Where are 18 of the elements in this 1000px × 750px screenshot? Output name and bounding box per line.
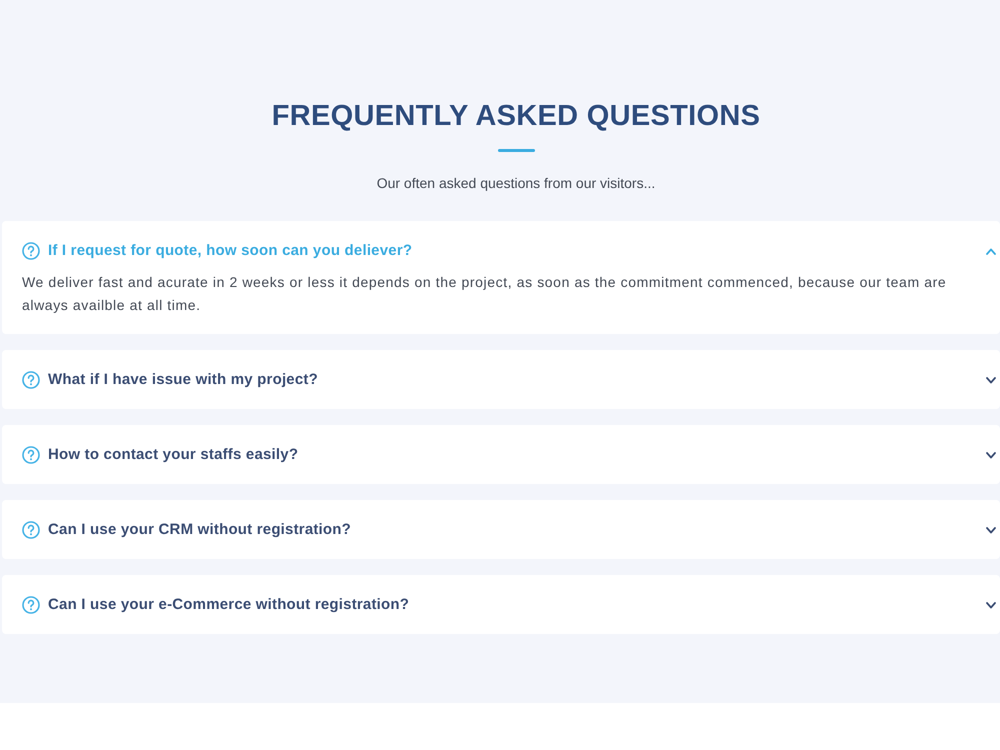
section-title: FREQUENTLY ASKED QUESTIONS	[272, 99, 760, 134]
section-subtitle: Our often asked questions from our visitors...	[376, 174, 656, 193]
help-circle-icon	[22, 521, 40, 539]
chevron-down-icon[interactable]	[986, 526, 996, 534]
help-circle-icon	[22, 242, 40, 260]
chevron-down-icon[interactable]	[986, 452, 996, 458]
help-circle-icon	[22, 371, 40, 389]
title-underline	[498, 149, 534, 152]
faq-question[interactable]: How to contact your staffs easily?	[48, 445, 298, 465]
faq-answer: We deliver fast and acurate in 2 weeks or less it depends on the project, as soon as the commitment commenced, because our team are always availble at all time.	[22, 273, 948, 315]
chevron-down-icon[interactable]	[986, 602, 996, 608]
faq-question[interactable]: What if I have issue with my project?	[48, 370, 318, 390]
help-circle-icon	[22, 596, 40, 614]
help-circle-icon	[22, 446, 40, 464]
chevron-down-icon[interactable]	[986, 376, 996, 384]
chevron-up-icon[interactable]	[986, 248, 996, 254]
faq-question[interactable]: Can I use your CRM without registration?	[48, 520, 352, 540]
faq-question[interactable]: Can I use your e-Commerce without registration?	[48, 595, 410, 615]
